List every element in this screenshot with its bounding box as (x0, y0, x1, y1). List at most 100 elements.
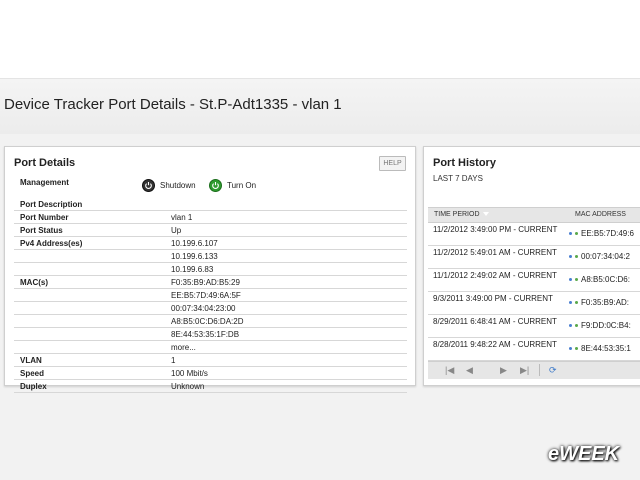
eweek-watermark-logo: eWEEK (548, 443, 620, 465)
history-mac-cell: F0:35:B9:AD: (569, 298, 629, 307)
history-time: 8/28/2011 9:48:22 AM - CURRENT (433, 340, 557, 349)
status-dot-icon (569, 301, 572, 304)
power-on-icon (209, 178, 222, 192)
history-mac-cell: A8:B5:0C:D6: (569, 275, 630, 284)
port-details-title: Port Details (14, 157, 76, 169)
turn-on-button[interactable]: Turn On (209, 178, 257, 192)
previous-page-icon[interactable]: ◀ (466, 366, 473, 375)
status-dot-icon (569, 232, 572, 235)
table-row[interactable]: 8/28/2011 9:48:22 AM - CURRENT 8E:44:53:… (428, 338, 640, 361)
history-range: LAST 7 DAYS (433, 174, 483, 183)
history-mac: F9:DD:0C:B4: (581, 321, 631, 330)
detail-value: 10.199.6.133 (171, 251, 218, 261)
status-dot-icon (569, 347, 572, 350)
detail-row: 10.199.6.133 (14, 250, 407, 263)
status-dot-icon (575, 301, 578, 304)
detail-key: Port Description (20, 199, 83, 209)
next-page-icon[interactable]: ▶ (500, 366, 507, 375)
pager-divider (539, 364, 540, 376)
sort-down-icon (482, 212, 489, 217)
refresh-icon[interactable]: ⟳ (549, 366, 557, 375)
more-link[interactable]: more... (171, 343, 407, 352)
status-dot-icon (569, 278, 572, 281)
detail-value: 10.199.6.107 (171, 238, 218, 248)
detail-key: Duplex (20, 381, 47, 391)
detail-row: 10.199.6.83 (14, 263, 407, 276)
history-mac-cell: EE:B5:7D:49:6 (569, 229, 634, 238)
history-table: 11/2/2012 3:49:00 PM - CURRENT EE:B5:7D:… (428, 223, 640, 361)
detail-value: Up (171, 225, 182, 235)
detail-key: Port Status (20, 225, 63, 235)
detail-row: 8E:44:53:35:1F:DB (14, 328, 407, 341)
port-details-panel: Port Details HELP Management Shutdown Tu… (4, 146, 416, 393)
detail-row: Port Number vlan 1 (14, 211, 407, 224)
history-time: 11/2/2012 3:49:00 PM - CURRENT (433, 225, 558, 234)
history-time: 11/2/2012 5:49:01 AM - CURRENT (433, 248, 557, 257)
column-header-time-label: TIME PERIOD (434, 211, 480, 218)
last-page-icon[interactable]: ▶| (520, 366, 529, 375)
table-row[interactable]: 9/3/2011 3:49:00 PM - CURRENT F0:35:B9:A… (428, 292, 640, 315)
port-history-title: Port History (433, 157, 496, 169)
detail-row: A8:B5:0C:D6:DA:2D (14, 315, 407, 328)
detail-row: Speed 100 Mbit/s (14, 367, 407, 380)
detail-key: Port Number (20, 212, 69, 222)
detail-value: 100 Mbit/s (171, 368, 208, 378)
detail-value: 10.199.6.83 (171, 264, 214, 274)
table-row[interactable]: 11/2/2012 3:49:00 PM - CURRENT EE:B5:7D:… (428, 223, 640, 246)
detail-row: Pv4 Address(es) 10.199.6.107 (14, 237, 407, 250)
detail-value: A8:B5:0C:D6:DA:2D (171, 316, 244, 326)
detail-row: VLAN 1 (14, 354, 407, 367)
column-header-time-period[interactable]: TIME PERIOD (434, 211, 489, 218)
management-label: Management (20, 178, 69, 187)
help-button[interactable]: HELP (379, 156, 406, 171)
pagination-bar: |◀ ◀ ▶ ▶| ⟳ (428, 361, 640, 379)
history-mac-cell: F9:DD:0C:B4: (569, 321, 631, 330)
history-mac: A8:B5:0C:D6: (581, 275, 630, 284)
detail-value: 8E:44:53:35:1F:DB (171, 329, 240, 339)
history-mac: 00:07:34:04:2 (581, 252, 630, 261)
detail-key: Pv4 Address(es) (20, 238, 83, 248)
detail-key: VLAN (20, 355, 42, 365)
table-row[interactable]: 11/2/2012 5:49:01 AM - CURRENT 00:07:34:… (428, 246, 640, 269)
detail-value: Unknown (171, 381, 205, 391)
detail-key: MAC(s) (20, 277, 48, 287)
detail-value: 1 (171, 355, 176, 365)
history-mac-cell: 00:07:34:04:2 (569, 252, 630, 261)
table-row[interactable]: 11/1/2012 2:49:02 AM - CURRENT A8:B5:0C:… (428, 269, 640, 292)
history-time: 11/1/2012 2:49:02 AM - CURRENT (433, 271, 557, 280)
top-band (0, 0, 640, 78)
detail-row: MAC(s) F0:35:B9:AD:B5:29 (14, 276, 407, 289)
status-dot-icon (575, 324, 578, 327)
history-mac-cell: 8E:44:53:35:1 (569, 344, 631, 353)
detail-value: 00:07:34:04:23:00 (171, 303, 236, 313)
page-title: Device Tracker Port Details - St.P-Adt13… (4, 96, 342, 113)
detail-value: F0:35:B9:AD:B5:29 (171, 277, 240, 287)
status-dot-icon (569, 324, 572, 327)
port-history-panel: Port History LAST 7 DAYS TIME PERIOD MAC… (423, 146, 640, 386)
status-dot-icon (569, 255, 572, 258)
detail-row: Port Status Up (14, 224, 407, 237)
shutdown-button[interactable]: Shutdown (142, 178, 196, 192)
history-time: 9/3/2011 3:49:00 PM - CURRENT (433, 294, 553, 303)
port-details-table: Port Description Port Number vlan 1 Port … (14, 198, 407, 393)
first-page-icon[interactable]: |◀ (445, 366, 454, 375)
shutdown-label: Shutdown (160, 180, 196, 190)
history-mac: EE:B5:7D:49:6 (581, 229, 634, 238)
status-dot-icon (575, 232, 578, 235)
history-mac: F0:35:B9:AD: (581, 298, 630, 307)
detail-row: EE:B5:7D:49:6A:5F (14, 289, 407, 302)
detail-row: 00:07:34:04:23:00 (14, 302, 407, 315)
status-dot-icon (575, 255, 578, 258)
status-dot-icon (575, 278, 578, 281)
history-mac: 8E:44:53:35:1 (581, 344, 631, 353)
detail-row: Duplex Unknown (14, 380, 407, 393)
history-table-header: TIME PERIOD MAC ADDRESS (428, 207, 640, 223)
column-header-mac-address[interactable]: MAC ADDRESS (575, 211, 626, 218)
turn-on-label: Turn On (227, 180, 257, 190)
detail-row: more... (14, 341, 407, 354)
detail-value: EE:B5:7D:49:6A:5F (171, 290, 241, 300)
history-time: 8/29/2011 6:48:41 AM - CURRENT (433, 317, 557, 326)
detail-row: Port Description (14, 198, 407, 211)
detail-value: vlan 1 (171, 212, 193, 222)
table-row[interactable]: 8/29/2011 6:48:41 AM - CURRENT F9:DD:0C:… (428, 315, 640, 338)
